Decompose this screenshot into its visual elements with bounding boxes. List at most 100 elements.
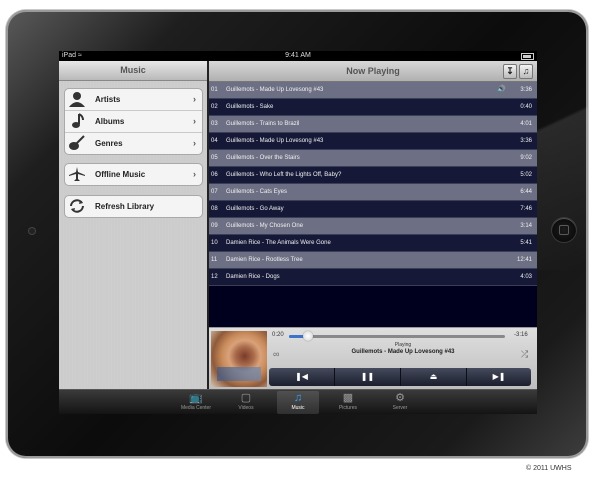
table-row[interactable]: 01 Guillemots - Made Up Lovesong #43 🔊 3:36 — [209, 82, 537, 99]
copyright-text: © 2011 UWHS — [526, 465, 572, 472]
sidebar-item-albums[interactable]: Albums › — [65, 111, 202, 133]
current-track-title: Guillemots - Made Up Lovesong #43 — [351, 349, 455, 355]
table-row[interactable]: 04 Guillemots - Made Up Lovesong #43 3:36 — [209, 133, 537, 150]
status-time: 9:41 AM — [285, 52, 311, 59]
eject-icon: ⏏ — [429, 372, 438, 381]
now-playing-header: Now Playing ↧ ♫ — [209, 61, 537, 82]
pause-button[interactable]: ❚❚ — [335, 368, 401, 386]
ipad-screen: iPad ≈ 9:41 AM Music Artists › Albums › — [59, 51, 537, 414]
track-duration: 4:01 — [520, 121, 532, 127]
track-name: Damien Rice - Dogs — [226, 274, 280, 280]
track-duration: 12:41 — [516, 257, 532, 263]
table-row[interactable]: 03 Guillemots - Trains to Brazil 4:01 — [209, 116, 537, 133]
table-row[interactable]: 02 Guillemots - Sake 0:40 — [209, 99, 537, 116]
table-row[interactable]: 06 Guillemots - Who Left the Lights Off, … — [209, 167, 537, 184]
track-name: Damien Rice - The Animals Were Gone — [226, 240, 331, 246]
track-number: 10 — [211, 240, 218, 246]
tab-label: Media Center — [180, 405, 211, 411]
refresh-library-button[interactable]: Refresh Library — [65, 196, 202, 217]
next-icon: ▶❚ — [492, 372, 506, 381]
previous-icon: ❚◀ — [295, 372, 308, 381]
track-duration: 4:03 — [520, 274, 532, 280]
track-number: 06 — [211, 172, 218, 178]
monitor-icon: ▢ — [240, 392, 252, 404]
music-note-icon[interactable]: ♫ — [519, 64, 533, 79]
refresh-icon — [68, 198, 86, 214]
table-row[interactable]: 05 Guillemots - Over the Stairs 9:02 — [209, 150, 537, 167]
sidebar: Music Artists › Albums › Genres › Offlin… — [59, 61, 207, 389]
track-number: 07 — [211, 189, 218, 195]
tab-music[interactable]: ♫ Music — [277, 391, 319, 414]
home-button[interactable] — [552, 218, 576, 242]
track-name: Guillemots - Go Away — [226, 206, 284, 212]
chevron-right-icon: › — [193, 116, 196, 126]
track-duration: 6:44 — [520, 189, 532, 195]
tab-media-center[interactable]: 📺 Media Center — [175, 391, 217, 414]
tab-pictures[interactable]: ▩ Pictures — [327, 391, 369, 414]
track-number: 05 — [211, 155, 218, 161]
track-duration: 9:02 — [520, 155, 532, 161]
track-duration: 3:36 — [520, 87, 532, 93]
table-row[interactable]: 10 Damien Rice - The Animals Were Gone 5:4… — [209, 235, 537, 252]
remaining-time: -3:16 — [514, 332, 528, 338]
front-camera — [29, 228, 35, 234]
tab-label: Server — [392, 405, 408, 411]
sidebar-item-label: Genres — [95, 139, 123, 148]
repeat-icon[interactable]: ∞ — [273, 349, 279, 359]
playback-state: Playing — [394, 342, 412, 348]
track-duration: 3:14 — [520, 223, 532, 229]
shuffle-icon[interactable]: ⤮ — [521, 349, 528, 360]
sidebar-item-label: Artists — [95, 95, 121, 104]
gear-icon: ⚙ — [395, 392, 405, 404]
tab-label: Pictures — [338, 405, 358, 411]
sidebar-item-genres[interactable]: Genres › — [65, 133, 202, 154]
speaker-icon: 🔊 — [497, 86, 506, 93]
track-number: 01 — [211, 87, 218, 93]
status-bar: iPad ≈ 9:41 AM — [59, 51, 537, 61]
track-name: Guillemots - Made Up Lovesong #43 — [226, 138, 324, 144]
sidebar-item-offline-music[interactable]: Offline Music › — [65, 164, 202, 185]
track-number: 12 — [211, 274, 218, 280]
battery-icon — [521, 53, 534, 60]
track-duration: 0:40 — [520, 104, 532, 110]
track-duration: 7:46 — [520, 206, 532, 212]
tab-label: Music — [291, 405, 305, 411]
track-name: Guillemots - Cats Eyes — [226, 189, 288, 195]
track-list: 01 Guillemots - Made Up Lovesong #43 🔊 3:36… — [209, 82, 537, 286]
track-name: Guillemots - Trains to Brazil — [226, 121, 300, 127]
airplane-icon — [68, 166, 86, 182]
next-button[interactable]: ▶❚ — [467, 368, 531, 386]
track-number: 08 — [211, 206, 218, 212]
table-row[interactable]: 08 Guillemots - Go Away 7:46 — [209, 201, 537, 218]
track-name: Guillemots - Who Left the Lights Off, Ba… — [226, 172, 342, 178]
table-row[interactable]: 09 Guillemots - My Chosen One 3:14 — [209, 218, 537, 235]
progress-knob[interactable] — [303, 331, 314, 341]
progress-slider[interactable] — [289, 331, 505, 341]
sidebar-item-label: Refresh Library — [95, 202, 155, 211]
tab-videos[interactable]: ▢ Videos — [225, 391, 267, 414]
track-duration: 5:41 — [520, 240, 532, 246]
tab-label: Videos — [238, 405, 254, 411]
eject-button[interactable]: ⏏ — [401, 368, 467, 386]
previous-button[interactable]: ❚◀ — [269, 368, 335, 386]
table-row[interactable]: 07 Guillemots - Cats Eyes 6:44 — [209, 184, 537, 201]
tab-server[interactable]: ⚙ Server — [379, 391, 421, 414]
table-row[interactable]: 11 Damien Rice - Rootless Tree 12:41 — [209, 252, 537, 269]
sidebar-item-label: Albums — [95, 117, 125, 126]
table-row[interactable]: 12 Damien Rice - Dogs 4:03 — [209, 269, 537, 286]
track-name: Guillemots - Made Up Lovesong #43 — [226, 87, 324, 93]
album-art — [211, 331, 267, 387]
music-note-icon — [68, 113, 86, 129]
download-icon[interactable]: ↧ — [503, 64, 517, 79]
track-number: 03 — [211, 121, 218, 127]
person-icon — [68, 91, 86, 107]
track-number: 09 — [211, 223, 218, 229]
track-duration: 5:02 — [520, 172, 532, 178]
track-duration: 3:36 — [520, 138, 532, 144]
music-note-icon: ♫ — [293, 392, 303, 404]
library-group: Artists › Albums › Genres › — [64, 88, 203, 155]
playback-controls: ❚◀ ❚❚ ⏏ ▶❚ — [269, 368, 531, 386]
guitar-icon — [68, 135, 86, 151]
sidebar-item-artists[interactable]: Artists › — [65, 89, 202, 111]
track-number: 11 — [211, 257, 218, 263]
